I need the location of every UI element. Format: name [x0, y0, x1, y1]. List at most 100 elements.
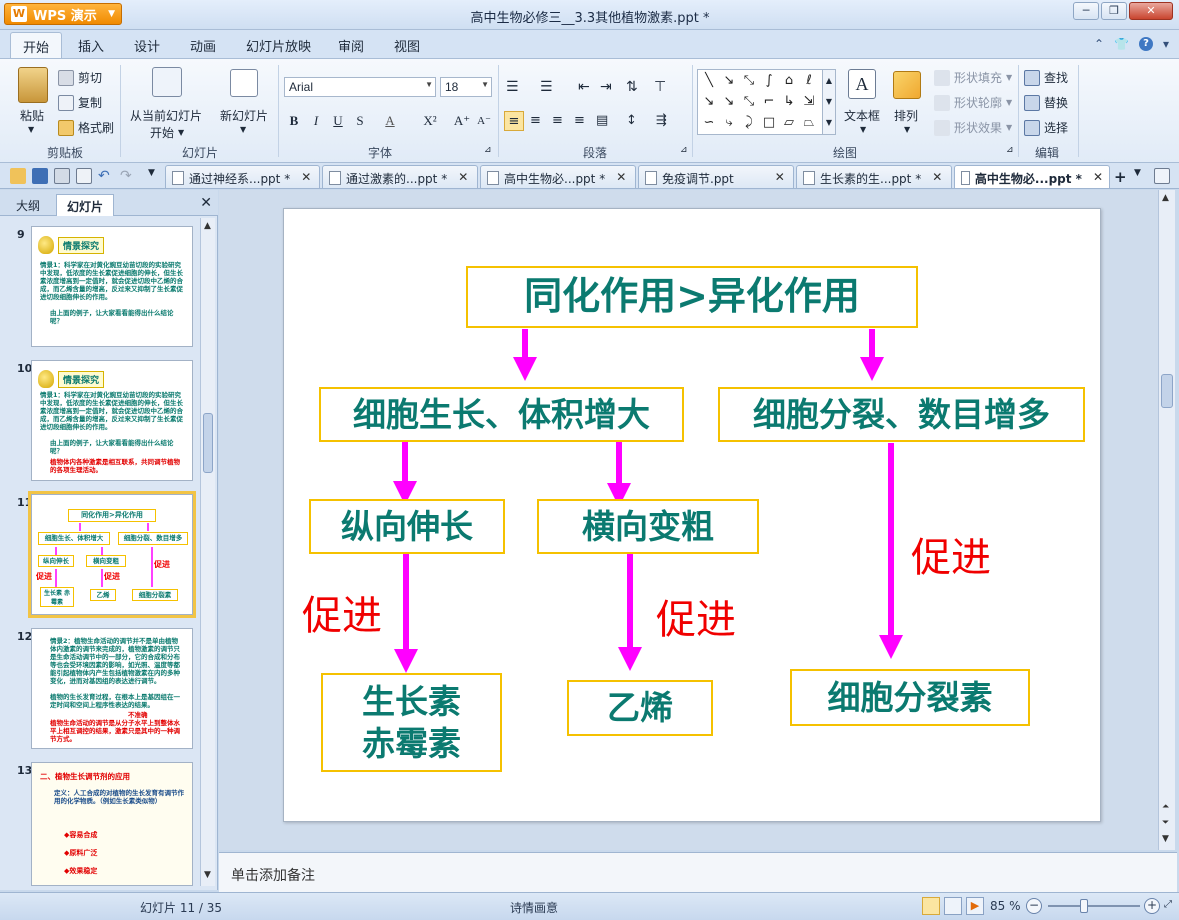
chevron-down-icon[interactable]: ▾	[1163, 37, 1169, 51]
text-direction-icon[interactable]: ⇅	[626, 79, 638, 95]
cut-button[interactable]: 剪切	[58, 69, 102, 86]
promote-label[interactable]: 促进	[656, 587, 736, 645]
double-arrow-shape-icon[interactable]: ⤡	[740, 72, 758, 90]
box-ethylene[interactable]: 乙烯	[567, 680, 713, 736]
new-tab-icon[interactable]: +	[1114, 168, 1130, 186]
slide-sorter-icon[interactable]	[944, 897, 962, 915]
arrange-button[interactable]: 排列	[894, 107, 918, 124]
align-center-icon[interactable]: ≡	[530, 113, 541, 128]
zoom-in-button[interactable]: +	[1144, 898, 1160, 914]
play-from-current-button[interactable]: 从当前幻灯片	[130, 107, 202, 124]
paragraph-dialog-icon[interactable]: ⊿	[680, 145, 688, 155]
redo-icon[interactable]: ↷	[120, 168, 136, 184]
tab-home[interactable]: 开始	[10, 32, 63, 59]
font-size-select[interactable]: 18 ▼	[440, 77, 492, 97]
scroll-thumb[interactable]	[1161, 374, 1173, 408]
shape-fill-button[interactable]: 形状填充 ▼	[934, 69, 1012, 86]
tab-design[interactable]: 设计	[134, 36, 160, 55]
elbow-double-shape-icon[interactable]: ⇲	[800, 93, 818, 111]
scribble-shape-icon[interactable]: ℓ	[800, 72, 818, 90]
close-button[interactable]: ✕	[1129, 2, 1173, 20]
curve-shape-icon[interactable]: ∫	[760, 72, 778, 90]
slide-thumbnail-selected[interactable]: 同化作用>异化作用 细胞生长、体积增大 细胞分裂、数目增多 纵向伸长 横向变粗 …	[28, 491, 196, 618]
box-anabolism[interactable]: 同化作用>异化作用	[466, 266, 918, 328]
slide-thumbnail[interactable]: 二、植物生长调节剂的应用 定义：人工合成的对植物的生长发育有调节作用的化学物质。…	[31, 762, 193, 886]
previous-slide-icon[interactable]: ⏶	[1162, 802, 1169, 812]
select-button[interactable]: 选择	[1024, 119, 1068, 136]
italic-button[interactable]: I	[306, 111, 326, 131]
scroll-down-icon[interactable]: ▼	[204, 870, 211, 880]
distribute-icon[interactable]: ▤	[596, 113, 608, 128]
box-cytokinin[interactable]: 细胞分裂素	[790, 669, 1030, 726]
panel-scrollbar[interactable]: ▲ ▼	[200, 218, 215, 886]
shapes-gallery[interactable]: ╲ ↘ ⤡ ∫ ⌂ ℓ ↘ ↘ ⤡ ⌐ ↳ ⇲ ∽ ⤷ ⤸ □ ▱ ⏢	[697, 69, 827, 135]
arrange-icon[interactable]	[893, 71, 921, 99]
close-tab-icon[interactable]: ✕	[932, 170, 942, 188]
tab-animation[interactable]: 动画	[190, 36, 216, 55]
notes-pane[interactable]: 单击添加备注	[219, 852, 1177, 892]
tab-view[interactable]: 视图	[394, 36, 420, 55]
grow-font-button[interactable]: A⁺	[452, 111, 472, 131]
align-left-icon[interactable]: ≡	[504, 111, 524, 131]
connector-double-shape-icon[interactable]: ⤡	[740, 93, 758, 111]
scroll-up-icon[interactable]: ▲	[204, 221, 211, 231]
line-spacing-icon[interactable]: ↕	[626, 113, 637, 128]
format-painter-button[interactable]: 格式刷	[58, 119, 114, 136]
elbow-arrow-shape-icon[interactable]: ↳	[780, 93, 798, 111]
close-tab-icon[interactable]: ✕	[301, 170, 311, 188]
new-slide-icon[interactable]	[230, 69, 258, 97]
play-from-current-icon[interactable]	[152, 67, 182, 97]
window-layout-icon[interactable]	[1154, 168, 1170, 184]
chevron-down-icon[interactable]: ▼	[1134, 168, 1150, 184]
elbow-shape-icon[interactable]: ⌐	[760, 93, 778, 111]
trapezoid-shape-icon[interactable]: ⏢	[800, 114, 818, 132]
increase-indent-icon[interactable]: ⇥	[600, 79, 612, 95]
curved-connector-shape-icon[interactable]: ∽	[700, 114, 718, 132]
align-text-icon[interactable]: ⊤	[654, 79, 666, 95]
normal-view-icon[interactable]	[922, 897, 940, 915]
next-slide-icon[interactable]: ⏷	[1162, 818, 1169, 828]
shapes-gallery-scroll[interactable]: ▲ ▼ ▼	[822, 69, 836, 135]
connector-arrow-shape-icon[interactable]: ↘	[720, 93, 738, 111]
customize-toolbar-icon[interactable]: ▼	[148, 168, 164, 184]
bold-button[interactable]: B	[284, 111, 304, 131]
undo-icon[interactable]: ↶	[98, 168, 114, 184]
connector-shape-icon[interactable]: ↘	[700, 93, 718, 111]
collapse-ribbon-icon[interactable]: ⌃	[1094, 37, 1104, 51]
minimize-button[interactable]: ─	[1073, 2, 1099, 20]
copy-button[interactable]: 复制	[58, 94, 102, 111]
box-transverse-thickening[interactable]: 横向变粗	[537, 499, 759, 554]
paste-icon[interactable]	[18, 67, 48, 103]
shrink-font-button[interactable]: A⁻	[474, 111, 494, 131]
zoom-slider-knob[interactable]	[1080, 899, 1088, 913]
restore-button[interactable]: ❐	[1101, 2, 1127, 20]
underline-button[interactable]: U	[328, 111, 348, 131]
strikethrough-button[interactable]: S	[350, 111, 370, 131]
textbox-icon[interactable]: A	[848, 69, 876, 99]
tab-slides[interactable]: 幻灯片	[56, 194, 115, 216]
zoom-out-button[interactable]: −	[1026, 898, 1042, 914]
numbering-icon[interactable]: ☰	[540, 79, 553, 95]
chevron-down-icon[interactable]: ▼	[860, 125, 866, 134]
slide-thumbnail[interactable]: 情景2：植物生命活动的调节并不是单由植物体内激素的调节来完成的，植物激素的调节只…	[31, 628, 193, 749]
tab-slideshow[interactable]: 幻灯片放映	[246, 36, 311, 55]
doc-tab[interactable]: 通过激素的...ppt * ✕	[322, 165, 478, 188]
close-tab-icon[interactable]: ✕	[458, 170, 468, 188]
fit-window-icon[interactable]: ⤢	[1164, 899, 1172, 910]
close-panel-icon[interactable]: ✕	[200, 195, 212, 211]
drawing-dialog-icon[interactable]: ⊿	[1006, 145, 1014, 155]
superscript-button[interactable]: X²	[420, 111, 440, 131]
doc-tab-active[interactable]: 高中生物必...ppt * ✕	[954, 165, 1110, 188]
align-right-icon[interactable]: ≡	[552, 113, 563, 128]
close-tab-icon[interactable]: ✕	[775, 170, 785, 188]
promote-label[interactable]: 促进	[911, 525, 991, 583]
print-preview-icon[interactable]	[76, 168, 92, 184]
print-icon[interactable]	[54, 168, 70, 184]
scroll-thumb[interactable]	[203, 413, 213, 473]
rectangle-shape-icon[interactable]: □	[760, 114, 778, 132]
replace-button[interactable]: 替换	[1024, 94, 1068, 111]
font-dialog-icon[interactable]: ⊿	[484, 145, 492, 155]
justify-icon[interactable]: ≡	[574, 113, 585, 128]
skin-icon[interactable]: 👕	[1114, 37, 1129, 51]
bullets-icon[interactable]: ☰	[506, 79, 519, 95]
